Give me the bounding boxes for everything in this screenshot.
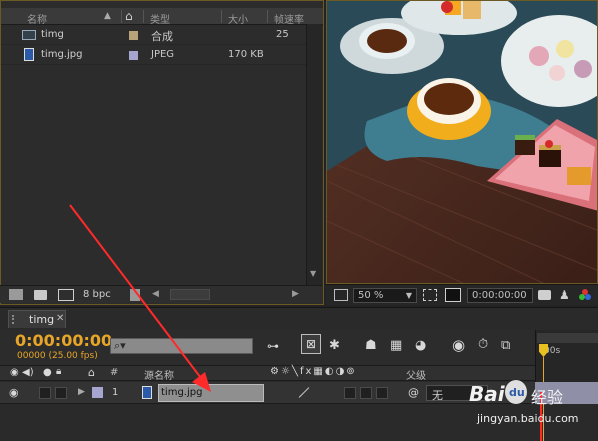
bit-depth-label[interactable]: 8 bpc <box>83 289 111 300</box>
timeline-tab[interactable]: timg ✕ <box>8 310 66 328</box>
timeline-tab-title: timg <box>29 313 55 326</box>
solo-switch[interactable] <box>39 387 51 399</box>
baidu-watermark: Bai du 经验 jingyan.baidu.com <box>467 372 598 441</box>
project-item-name: timg.jpg <box>41 49 83 60</box>
layer-source-name: timg.jpg <box>161 387 203 398</box>
project-hscroll-thumb[interactable] <box>170 289 210 300</box>
layer-label-swatch[interactable] <box>92 387 103 398</box>
viewer-timecode[interactable]: 0:00:00:00 <box>467 288 533 303</box>
layer-source-name-field[interactable]: timg.jpg <box>158 384 264 402</box>
channel-rgb-icon[interactable] <box>579 289 591 301</box>
brainstorm-icon[interactable]: ◉ <box>452 336 465 354</box>
work-area-bar[interactable] <box>537 333 598 343</box>
audio-icon[interactable]: ◀) <box>22 367 34 378</box>
column-size[interactable]: 大小 <box>228 11 248 26</box>
project-column-header: 名称 ▲ ⌂ 类型 大小 帧速率 <box>1 8 323 26</box>
column-type[interactable]: 类型 <box>150 11 170 26</box>
zoom-value: 50 % <box>358 290 384 301</box>
label-icon[interactable]: ⌂ <box>88 366 95 379</box>
switch-motion-blur[interactable] <box>376 387 388 399</box>
zoom-dropdown[interactable]: 50 % ▼ <box>353 288 417 303</box>
project-item-fps: 25 <box>276 29 289 40</box>
current-time-display[interactable]: 0:00:00:00 <box>15 331 112 350</box>
draft-3d-icon[interactable]: ✱ <box>329 338 340 353</box>
sort-arrow-icon[interactable]: ▲ <box>104 11 111 21</box>
project-item-name: timg <box>41 29 64 40</box>
watermark-paw: du <box>509 386 525 399</box>
tab-grip-icon[interactable] <box>12 315 17 324</box>
title-action-safe-icon[interactable] <box>423 289 437 301</box>
scroll-down-icon[interactable]: ▼ <box>310 269 316 278</box>
lock-icon[interactable]: 🔒︎ <box>56 366 61 377</box>
layer-number: 1 <box>112 387 119 398</box>
auto-keyframe-icon[interactable]: ⏱ <box>478 337 488 352</box>
label-color-swatch[interactable] <box>129 31 138 40</box>
quality-slash-icon[interactable] <box>298 387 310 398</box>
graph-editor-icon[interactable]: ⧉ <box>501 338 510 353</box>
composition-preview-image <box>327 1 597 283</box>
trash-icon[interactable] <box>130 289 140 301</box>
project-footer: 8 bpc ◀ ▶ <box>0 285 322 303</box>
switch-frame-blend[interactable] <box>360 387 372 399</box>
comp-mini-flowchart-icon[interactable]: ⊶ <box>267 339 279 353</box>
project-scrollbar[interactable]: ▼ <box>306 24 322 286</box>
scroll-left-icon[interactable]: ◀ <box>152 289 159 299</box>
chevron-down-icon: ▼ <box>405 291 412 300</box>
column-fps[interactable]: 帧速率 <box>274 11 304 26</box>
label-color-swatch[interactable] <box>129 51 138 60</box>
pickwhip-icon[interactable]: @ <box>408 386 419 399</box>
parent-value: 无 <box>432 389 443 402</box>
watermark-suffix: 经验 <box>531 388 564 407</box>
watermark-brand: Bai <box>469 382 505 406</box>
toggle-mask-icon[interactable] <box>445 288 461 302</box>
solo-icon[interactable]: ● <box>43 367 52 378</box>
video-visibility-icon[interactable]: ◉ <box>10 367 19 378</box>
motion-blur-icon[interactable]: ◕ <box>415 338 426 353</box>
search-icon: ⌕▾ <box>114 339 126 352</box>
watermark-url: jingyan.baidu.com <box>477 412 579 425</box>
project-item-footage[interactable]: timg.jpg JPEG 170 KB <box>1 46 323 65</box>
timeline-toolbar: 0:00:00:00 00000 (25.00 fps) ⌕▾ ⊶ ⊠ ✱ ☗ … <box>0 330 535 365</box>
camera-snapshot-icon[interactable] <box>538 290 551 300</box>
viewer-timecode-value: 0:00:00:00 <box>472 290 527 301</box>
timeline-column-header: ◉ ◀) ● 🔒︎ ⌂ # 源名称 ⚙☼╲fx▦◐◑⊚ 父级 <box>0 365 535 382</box>
project-item-type: 合成 <box>151 30 173 43</box>
project-panel: 名称 ▲ ⌂ 类型 大小 帧速率 timg 合成 25 timg.jpg JPE… <box>0 0 324 305</box>
viewer-toolbar: 50 % ▼ 0:00:00:00 ♟ <box>326 284 598 305</box>
label-tag-icon[interactable]: ⌂ <box>125 9 133 23</box>
frame-blending-icon[interactable]: ▦ <box>390 338 402 353</box>
always-preview-icon[interactable] <box>334 289 348 301</box>
scroll-right-icon[interactable]: ▶ <box>292 289 299 299</box>
expand-arrow-icon[interactable]: ▶ <box>78 387 85 397</box>
composition-viewer[interactable] <box>326 0 598 284</box>
close-icon[interactable]: ✕ <box>56 313 64 324</box>
image-file-icon <box>142 386 152 399</box>
column-parent: 父级 <box>406 371 426 382</box>
composition-icon <box>22 30 36 40</box>
new-composition-icon[interactable] <box>58 289 74 301</box>
layer-search-input[interactable]: ⌕▾ <box>110 338 253 354</box>
lock-switch[interactable] <box>55 387 67 399</box>
layer-switches-icon: ⚙☼╲fx▦◐◑⊚ <box>270 366 357 377</box>
project-item-comp[interactable]: timg 合成 25 <box>1 26 323 45</box>
hide-shy-layers-icon[interactable]: ☗ <box>365 338 377 353</box>
frame-rate-info: 00000 (25.00 fps) <box>17 351 98 361</box>
interpret-footage-icon[interactable] <box>9 289 23 300</box>
column-name[interactable]: 名称 <box>27 11 47 26</box>
paw-icon: du <box>505 380 527 404</box>
column-number: # <box>110 367 119 378</box>
live-update-icon[interactable]: ⊠ <box>301 334 321 354</box>
column-source-name[interactable]: 源名称 <box>144 367 174 382</box>
project-item-size: 170 KB <box>228 49 264 60</box>
project-item-type: JPEG <box>151 49 175 60</box>
switch-effect[interactable] <box>344 387 356 399</box>
new-folder-icon[interactable] <box>34 290 47 300</box>
visibility-eye-icon[interactable]: ◉ <box>9 386 19 399</box>
show-snapshot-icon[interactable]: ♟ <box>559 288 570 302</box>
image-file-icon <box>24 48 34 61</box>
layer-row[interactable]: ◉ ▶ 1 timg.jpg @ 无 <box>0 382 535 404</box>
